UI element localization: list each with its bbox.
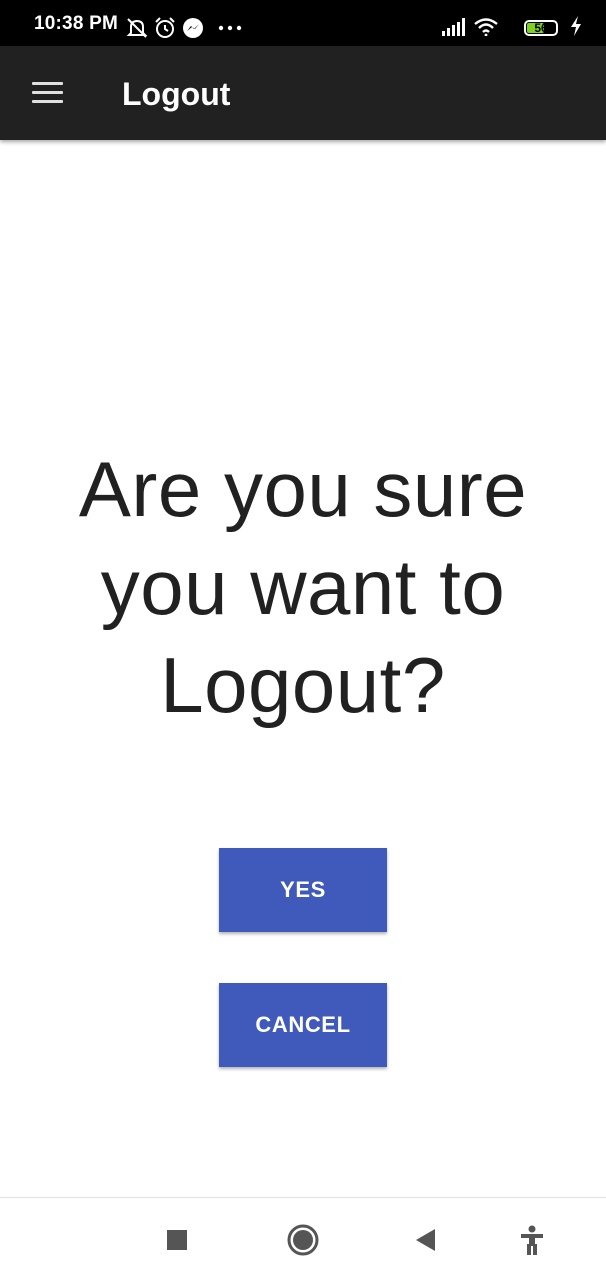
back-triangle-icon[interactable] <box>406 1220 446 1260</box>
charging-icon <box>571 16 581 36</box>
battery-level: 56 <box>534 21 548 35</box>
recents-square-icon[interactable] <box>157 1220 197 1260</box>
status-system-icons: 56 <box>442 14 582 38</box>
menu-line <box>32 100 63 103</box>
menu-line <box>32 82 63 85</box>
app-bar: Logout <box>0 46 606 140</box>
yes-button[interactable]: YES <box>219 848 387 932</box>
status-time: 10:38 PM <box>34 13 118 34</box>
question-line-2: you want to <box>100 543 506 631</box>
messenger-icon <box>183 18 203 38</box>
wifi-icon <box>474 18 498 36</box>
navigation-bar <box>0 1197 606 1280</box>
page-title: Logout <box>122 76 231 112</box>
cancel-button[interactable]: CANCEL <box>219 983 387 1067</box>
question-line-3: Logout? <box>160 641 446 729</box>
more-dots-icon <box>218 25 242 31</box>
home-circle-icon[interactable] <box>283 1220 323 1260</box>
status-bar: 10:38 PM 56 <box>0 0 606 46</box>
menu-line <box>32 91 63 94</box>
battery-icon: 56 <box>524 20 558 36</box>
signal-icon <box>442 18 465 36</box>
bell-off-icon <box>126 18 148 38</box>
logout-question: Are you sure you want to Logout? <box>0 440 606 734</box>
accessibility-icon[interactable] <box>512 1220 552 1260</box>
alarm-icon <box>155 17 175 38</box>
question-line-1: Are you sure <box>78 445 528 533</box>
hamburger-menu-icon[interactable] <box>22 72 70 114</box>
